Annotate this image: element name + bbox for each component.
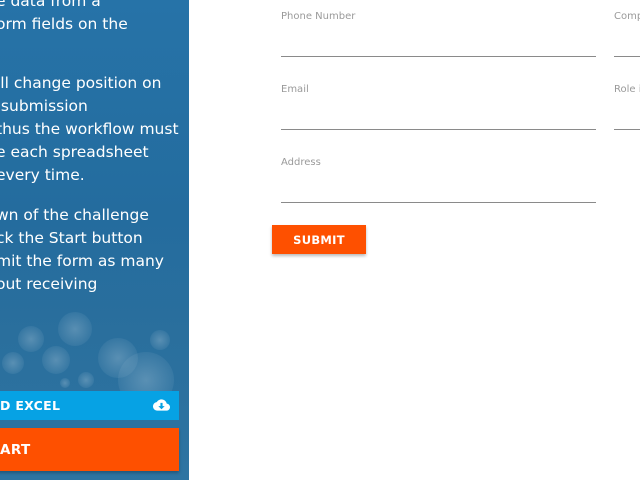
bokeh-decoration	[2, 352, 24, 374]
phone-number-input[interactable]	[281, 33, 596, 57]
address-label: Address	[281, 157, 321, 168]
email-label: Email	[281, 84, 309, 95]
instructions-text: wn of the challenge ck the Start button …	[0, 206, 164, 293]
role-input[interactable]	[614, 106, 640, 130]
submit-button[interactable]: SUBMIT	[272, 225, 366, 254]
start-label: ART	[0, 441, 31, 458]
phone-number-label: Phone Number	[281, 11, 356, 22]
address-field: Address	[281, 157, 596, 209]
role-field: Role i	[614, 84, 640, 136]
bokeh-decoration	[18, 326, 44, 352]
download-excel-button[interactable]: D EXCEL	[0, 391, 179, 420]
instructions-text: e data from a orm fields on the	[0, 0, 128, 33]
company-name-input[interactable]	[614, 33, 640, 57]
instructions-panel: e data from a orm fields on the ill chan…	[0, 0, 189, 480]
email-input[interactable]	[281, 106, 596, 130]
phone-number-field: Phone Number	[281, 11, 596, 63]
start-button[interactable]: ART	[0, 428, 179, 471]
download-excel-label: D EXCEL	[0, 398, 61, 413]
company-name-field: Comp	[614, 11, 640, 63]
bokeh-decoration	[150, 330, 170, 350]
instructions-text: ill change position on submission thus t…	[0, 74, 179, 184]
cloud-download-icon	[153, 399, 170, 411]
bokeh-decoration	[58, 312, 92, 346]
bokeh-decoration	[42, 346, 70, 374]
company-name-label: Comp	[614, 11, 640, 22]
address-input[interactable]	[281, 179, 596, 203]
role-label: Role i	[614, 84, 640, 95]
bokeh-decoration	[78, 372, 94, 388]
bokeh-decoration	[60, 378, 70, 388]
email-field: Email	[281, 84, 596, 136]
